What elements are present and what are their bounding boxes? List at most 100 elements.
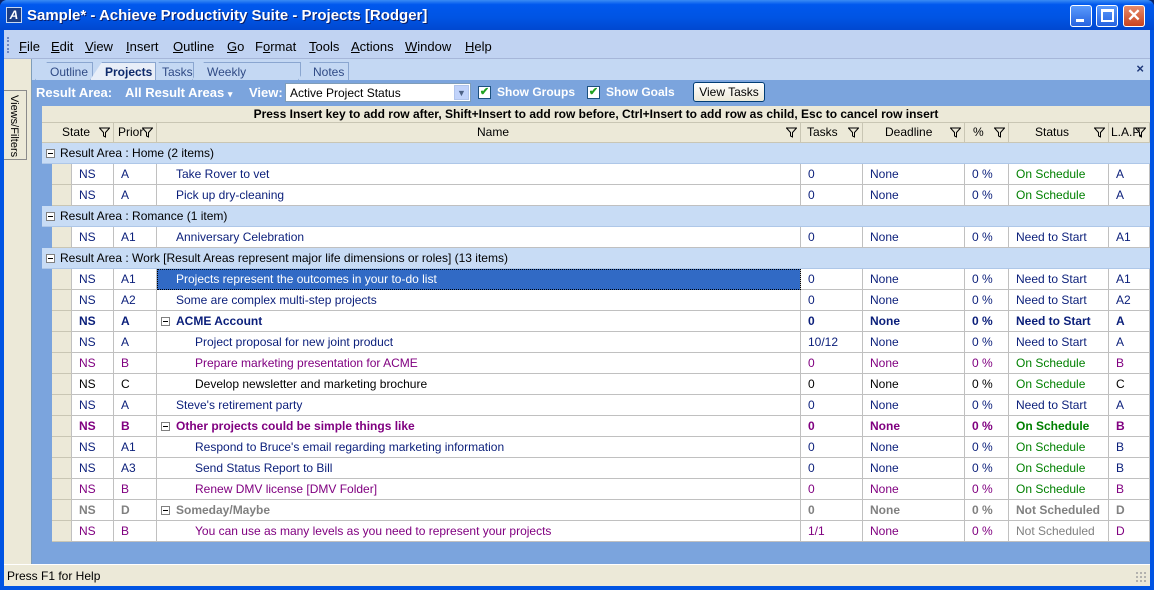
table-row[interactable]: NS A Pick up dry-cleaning 0 None 0 % On Schedu… xyxy=(52,185,1150,206)
view-tasks-button[interactable]: View Tasks xyxy=(693,82,765,102)
cell-deadline[interactable]: None xyxy=(863,311,965,332)
cell-status[interactable]: On Schedule xyxy=(1009,479,1109,500)
cell-deadline[interactable]: None xyxy=(863,437,965,458)
row-selector[interactable] xyxy=(52,416,72,437)
cell-status[interactable]: Not Scheduled xyxy=(1009,521,1109,542)
cell-prior[interactable]: A3 xyxy=(114,458,157,479)
cell-name[interactable]: Other projects could be simple things li… xyxy=(157,416,801,437)
table-row[interactable]: NS C Develop newsletter and marketing broc… xyxy=(52,374,1150,395)
cell-prior[interactable]: A1 xyxy=(114,437,157,458)
cell-tasks[interactable]: 0 xyxy=(801,290,863,311)
cell-status[interactable]: On Schedule xyxy=(1009,458,1109,479)
close-button[interactable]: ✕ xyxy=(1123,5,1145,27)
cell-lap[interactable]: B xyxy=(1109,479,1150,500)
table-row[interactable]: NS B Prepare marketing presentation for AC… xyxy=(52,353,1150,374)
filter-icon[interactable] xyxy=(786,127,797,138)
cell-pct[interactable]: 0 % xyxy=(965,353,1009,374)
tab-notes[interactable]: Notes xyxy=(298,62,349,80)
menu-tools[interactable]: Tools xyxy=(309,39,339,54)
group-row[interactable]: Result Area : Romance (1 item) xyxy=(42,206,1150,227)
show-groups-label[interactable]: Show Groups xyxy=(497,85,575,99)
cell-tasks[interactable]: 0 xyxy=(801,185,863,206)
menu-format[interactable]: Format xyxy=(255,39,296,54)
menu-view[interactable]: View xyxy=(85,39,113,54)
cell-deadline[interactable]: None xyxy=(863,353,965,374)
cell-name[interactable]: ACME Account xyxy=(157,311,801,332)
cell-pct[interactable]: 0 % xyxy=(965,332,1009,353)
cell-status[interactable]: On Schedule xyxy=(1009,185,1109,206)
cell-lap[interactable]: D xyxy=(1109,500,1150,521)
cell-prior[interactable]: B xyxy=(114,416,157,437)
cell-pct[interactable]: 0 % xyxy=(965,479,1009,500)
cell-pct[interactable]: 0 % xyxy=(965,290,1009,311)
row-selector[interactable] xyxy=(52,395,72,416)
cell-name[interactable]: Anniversary Celebration xyxy=(157,227,801,248)
cell-pct[interactable]: 0 % xyxy=(965,458,1009,479)
row-selector[interactable] xyxy=(52,164,72,185)
table-row[interactable]: NS B Other projects could be simple things… xyxy=(52,416,1150,437)
row-selector[interactable] xyxy=(52,479,72,500)
cell-prior[interactable]: D xyxy=(114,500,157,521)
view-select[interactable]: Active Project Status ▼ xyxy=(285,83,471,102)
cell-name[interactable]: Some are complex multi-step projects xyxy=(157,290,801,311)
menu-insert[interactable]: Insert xyxy=(126,39,159,54)
cell-prior[interactable]: A xyxy=(114,185,157,206)
cell-status[interactable]: Need to Start xyxy=(1009,395,1109,416)
row-selector[interactable] xyxy=(52,458,72,479)
row-selector[interactable] xyxy=(52,290,72,311)
cell-name[interactable]: Someday/Maybe xyxy=(157,500,801,521)
table-row[interactable]: NS A1 Respond to Bruce's email regarding m… xyxy=(52,437,1150,458)
cell-deadline[interactable]: None xyxy=(863,269,965,290)
column-header-prior[interactable]: Prior xyxy=(114,123,157,143)
cell-name[interactable]: Project proposal for new joint product xyxy=(157,332,801,353)
column-header-status[interactable]: Status xyxy=(1009,123,1109,143)
filter-icon[interactable] xyxy=(994,127,1005,138)
cell-lap[interactable]: A2 xyxy=(1109,290,1150,311)
close-view-icon[interactable]: × xyxy=(1136,61,1144,76)
minimize-button[interactable] xyxy=(1070,5,1092,27)
table-row[interactable]: NS A Project proposal for new joint produc… xyxy=(52,332,1150,353)
cell-lap[interactable]: A xyxy=(1109,185,1150,206)
cell-tasks[interactable]: 0 xyxy=(801,227,863,248)
cell-tasks[interactable]: 0 xyxy=(801,269,863,290)
filter-icon[interactable] xyxy=(99,127,110,138)
menu-outline[interactable]: Outline xyxy=(173,39,214,54)
cell-state[interactable]: NS xyxy=(72,185,114,206)
cell-tasks[interactable]: 0 xyxy=(801,437,863,458)
filter-icon[interactable] xyxy=(1094,127,1105,138)
cell-prior[interactable]: C xyxy=(114,374,157,395)
menu-help[interactable]: Help xyxy=(465,39,492,54)
cell-lap[interactable]: B xyxy=(1109,437,1150,458)
tab-weekly-schedule[interactable]: Weekly Schedule xyxy=(192,62,301,80)
menu-window[interactable]: Window xyxy=(405,39,451,54)
cell-tasks[interactable]: 1/1 xyxy=(801,521,863,542)
table-row[interactable]: NS A3 Send Status Report to Bill 0 None 0 % On… xyxy=(52,458,1150,479)
tab-outline[interactable]: Outline xyxy=(35,62,93,80)
cell-pct[interactable]: 0 % xyxy=(965,185,1009,206)
cell-status[interactable]: Need to Start xyxy=(1009,332,1109,353)
cell-name[interactable]: Pick up dry-cleaning xyxy=(157,185,801,206)
collapse-icon[interactable] xyxy=(46,149,55,158)
row-selector[interactable] xyxy=(52,332,72,353)
cell-status[interactable]: On Schedule xyxy=(1009,374,1109,395)
menu-actions[interactable]: Actions xyxy=(351,39,394,54)
column-header-deadline[interactable]: Deadline xyxy=(863,123,965,143)
cell-deadline[interactable]: None xyxy=(863,500,965,521)
column-header-pct[interactable]: % xyxy=(965,123,1009,143)
collapse-icon[interactable] xyxy=(46,212,55,221)
group-row[interactable]: Result Area : Home (2 items) xyxy=(42,143,1150,164)
cell-lap[interactable]: A xyxy=(1109,395,1150,416)
filter-icon[interactable] xyxy=(1135,127,1146,138)
cell-tasks[interactable]: 0 xyxy=(801,500,863,521)
cell-lap[interactable]: A xyxy=(1109,164,1150,185)
cell-status[interactable]: Need to Start xyxy=(1009,290,1109,311)
cell-deadline[interactable]: None xyxy=(863,458,965,479)
cell-lap[interactable]: A xyxy=(1109,332,1150,353)
cell-state[interactable]: NS xyxy=(72,416,114,437)
cell-pct[interactable]: 0 % xyxy=(965,416,1009,437)
collapse-icon[interactable] xyxy=(46,254,55,263)
cell-status[interactable]: On Schedule xyxy=(1009,416,1109,437)
cell-tasks[interactable]: 0 xyxy=(801,458,863,479)
cell-deadline[interactable]: None xyxy=(863,164,965,185)
result-area-dropdown[interactable]: All Result Areas ▾ xyxy=(125,85,232,100)
